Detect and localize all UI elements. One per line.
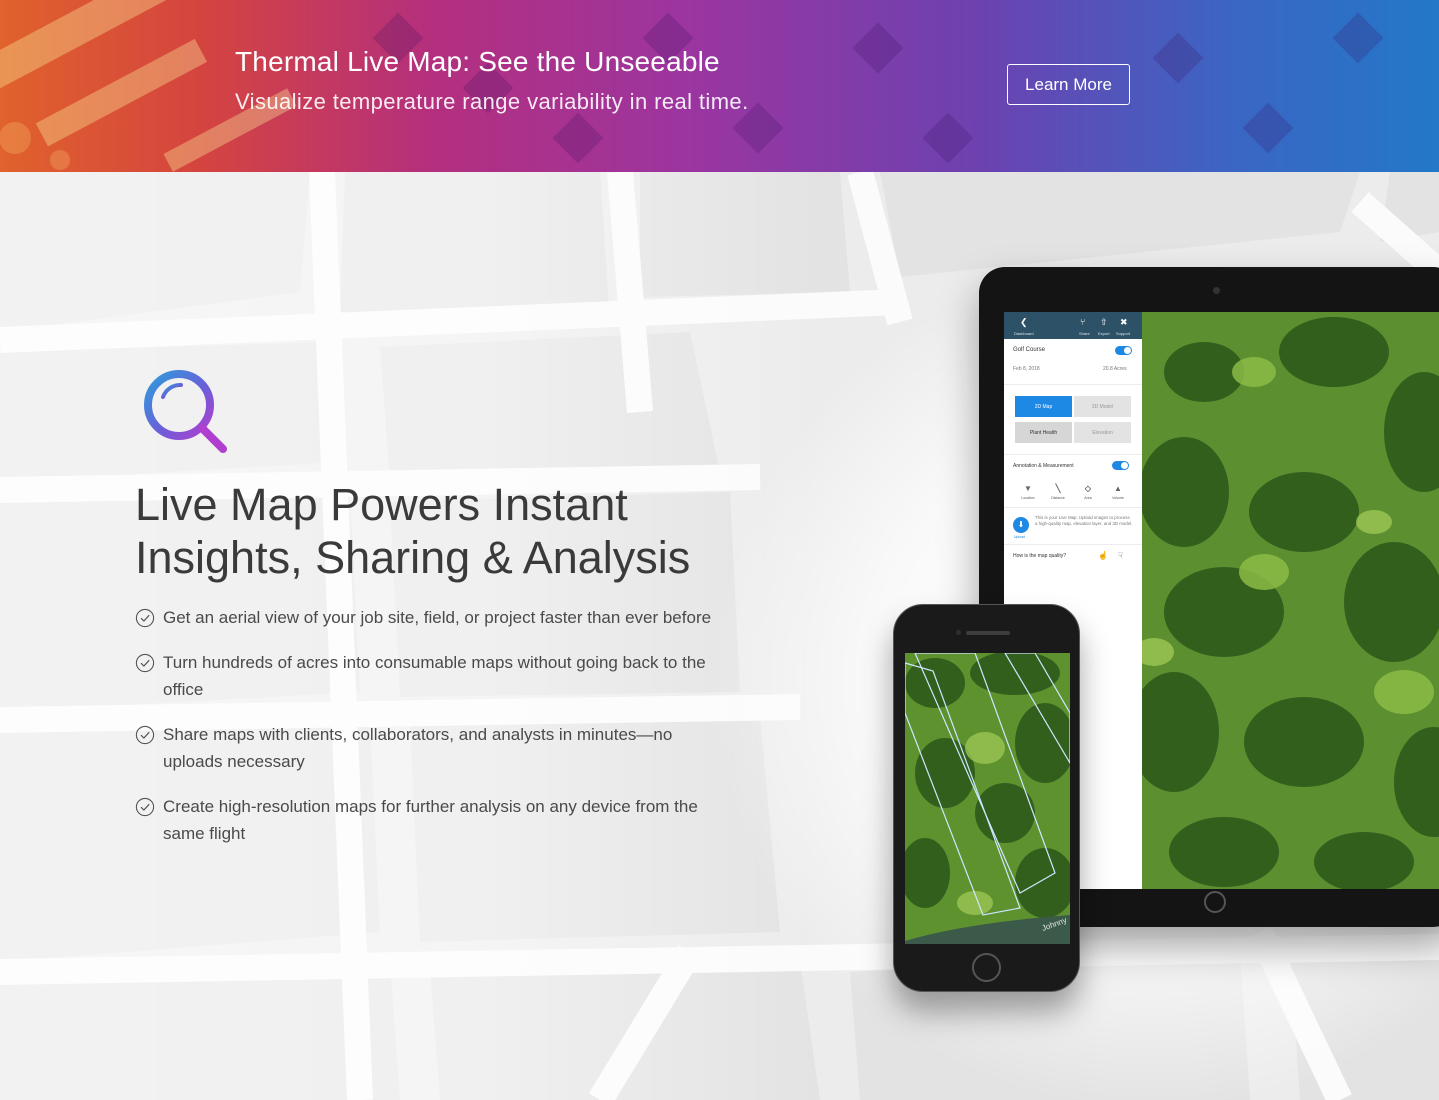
- feature-item: Turn hundreds of acres into consumable m…: [135, 649, 715, 703]
- area-tool[interactable]: ◇ Area: [1076, 484, 1100, 500]
- phone-home-button: [972, 953, 1001, 982]
- volume-tool[interactable]: ▲ Volume: [1106, 484, 1130, 500]
- feature-text: Share maps with clients, collaborators, …: [163, 725, 673, 771]
- check-circle-icon: [135, 725, 155, 745]
- mode-plant-health-button[interactable]: Plant Health: [1015, 422, 1072, 443]
- upload-icon[interactable]: ⬇: [1013, 517, 1029, 533]
- tablet-camera: [1213, 287, 1220, 294]
- volume-cone-icon: ▲: [1114, 484, 1122, 493]
- feature-text: Get an aerial view of your job site, fie…: [163, 608, 712, 627]
- export-label: Export: [1098, 331, 1110, 336]
- project-name: Golf Course: [1013, 347, 1046, 353]
- feature-text: Create high-resolution maps for further …: [163, 797, 698, 843]
- share-icon[interactable]: ⑂: [1080, 317, 1085, 327]
- feature-item: Share maps with clients, collaborators, …: [135, 721, 715, 775]
- distance-ruler-icon: ╲: [1055, 484, 1061, 493]
- volume-tool-label: Volume: [1112, 496, 1124, 500]
- mode-2d-map-button[interactable]: 2D Map: [1015, 396, 1072, 417]
- distance-tool[interactable]: ╲ Distance: [1046, 484, 1070, 500]
- panel-header: ❮ Dashboard ⑂ Share ⇧ Export ✖ Support: [1004, 312, 1142, 339]
- upload-label: Upload: [1014, 535, 1026, 539]
- feature-item: Get an aerial view of your job site, fie…: [135, 604, 715, 631]
- headline-line-1: Live Map Powers Instant: [135, 479, 628, 530]
- back-arrow-icon[interactable]: ❮: [1020, 317, 1028, 327]
- feature-item: Create high-resolution maps for further …: [135, 793, 715, 847]
- project-acres: 20.8 Acres: [1103, 366, 1127, 372]
- area-tool-label: Area: [1084, 496, 1092, 500]
- upload-instructions: This is your Live Map. Upload images to …: [1035, 515, 1133, 526]
- project-date: Feb 8, 2018: [1013, 366, 1040, 372]
- check-circle-icon: [135, 608, 155, 628]
- location-tool-label: Location: [1021, 496, 1035, 500]
- panel-divider: [1004, 384, 1142, 385]
- learn-more-button[interactable]: Learn More: [1007, 64, 1130, 105]
- phone-aerial-map: Johnny: [905, 653, 1070, 944]
- dashboard-link[interactable]: Dashboard: [1014, 331, 1034, 336]
- share-label: Share: [1079, 331, 1090, 336]
- panel-divider: [1004, 454, 1142, 455]
- feature-text: Turn hundreds of acres into consumable m…: [163, 653, 706, 699]
- panel-divider: [1004, 507, 1142, 508]
- support-icon[interactable]: ✖: [1120, 317, 1128, 327]
- phone-screen: Johnny: [905, 653, 1070, 944]
- export-icon[interactable]: ⇧: [1100, 317, 1108, 327]
- annotation-toggle[interactable]: [1112, 461, 1129, 470]
- thumbs-up-icon[interactable]: ☝: [1098, 551, 1108, 560]
- panel-divider: [1004, 544, 1142, 545]
- feature-list: Get an aerial view of your job site, fie…: [135, 604, 715, 865]
- support-label: Support: [1116, 331, 1131, 336]
- check-circle-icon: [135, 797, 155, 817]
- live-map-section: Live Map Powers Instant Insights, Sharin…: [0, 172, 1439, 1100]
- banner-title: Thermal Live Map: See the Unseeable: [235, 46, 720, 77]
- annotation-title: Annotation & Measurement: [1013, 463, 1074, 469]
- location-tool[interactable]: ▼ Location: [1016, 484, 1040, 500]
- headline-line-2: Insights, Sharing & Analysis: [135, 532, 691, 583]
- check-circle-icon: [135, 653, 155, 673]
- mode-3d-model-button[interactable]: 3D Model: [1074, 396, 1131, 417]
- thermal-promo-banner: Thermal Live Map: See the Unseeable Visu…: [0, 0, 1439, 172]
- phone-speaker: [966, 631, 1010, 635]
- location-pin-icon: ▼: [1024, 484, 1032, 493]
- search-icon: [144, 370, 227, 453]
- section-headline: Live Map Powers Instant Insights, Sharin…: [135, 478, 755, 584]
- mode-elevation-button[interactable]: Elevation: [1074, 422, 1131, 443]
- phone-device: Johnny: [893, 604, 1080, 992]
- area-polygon-icon: ◇: [1084, 484, 1092, 493]
- quality-question: How is the map quality?: [1013, 553, 1067, 559]
- thumbs-down-icon[interactable]: ☟: [1118, 551, 1123, 560]
- phone-camera: [956, 630, 961, 635]
- thermal-aerial-texture: [0, 0, 1384, 172]
- tablet-home-button: [1204, 891, 1226, 913]
- distance-tool-label: Distance: [1051, 496, 1065, 500]
- project-visibility-toggle[interactable]: [1115, 346, 1132, 355]
- banner-subtitle: Visualize temperature range variability …: [235, 89, 749, 114]
